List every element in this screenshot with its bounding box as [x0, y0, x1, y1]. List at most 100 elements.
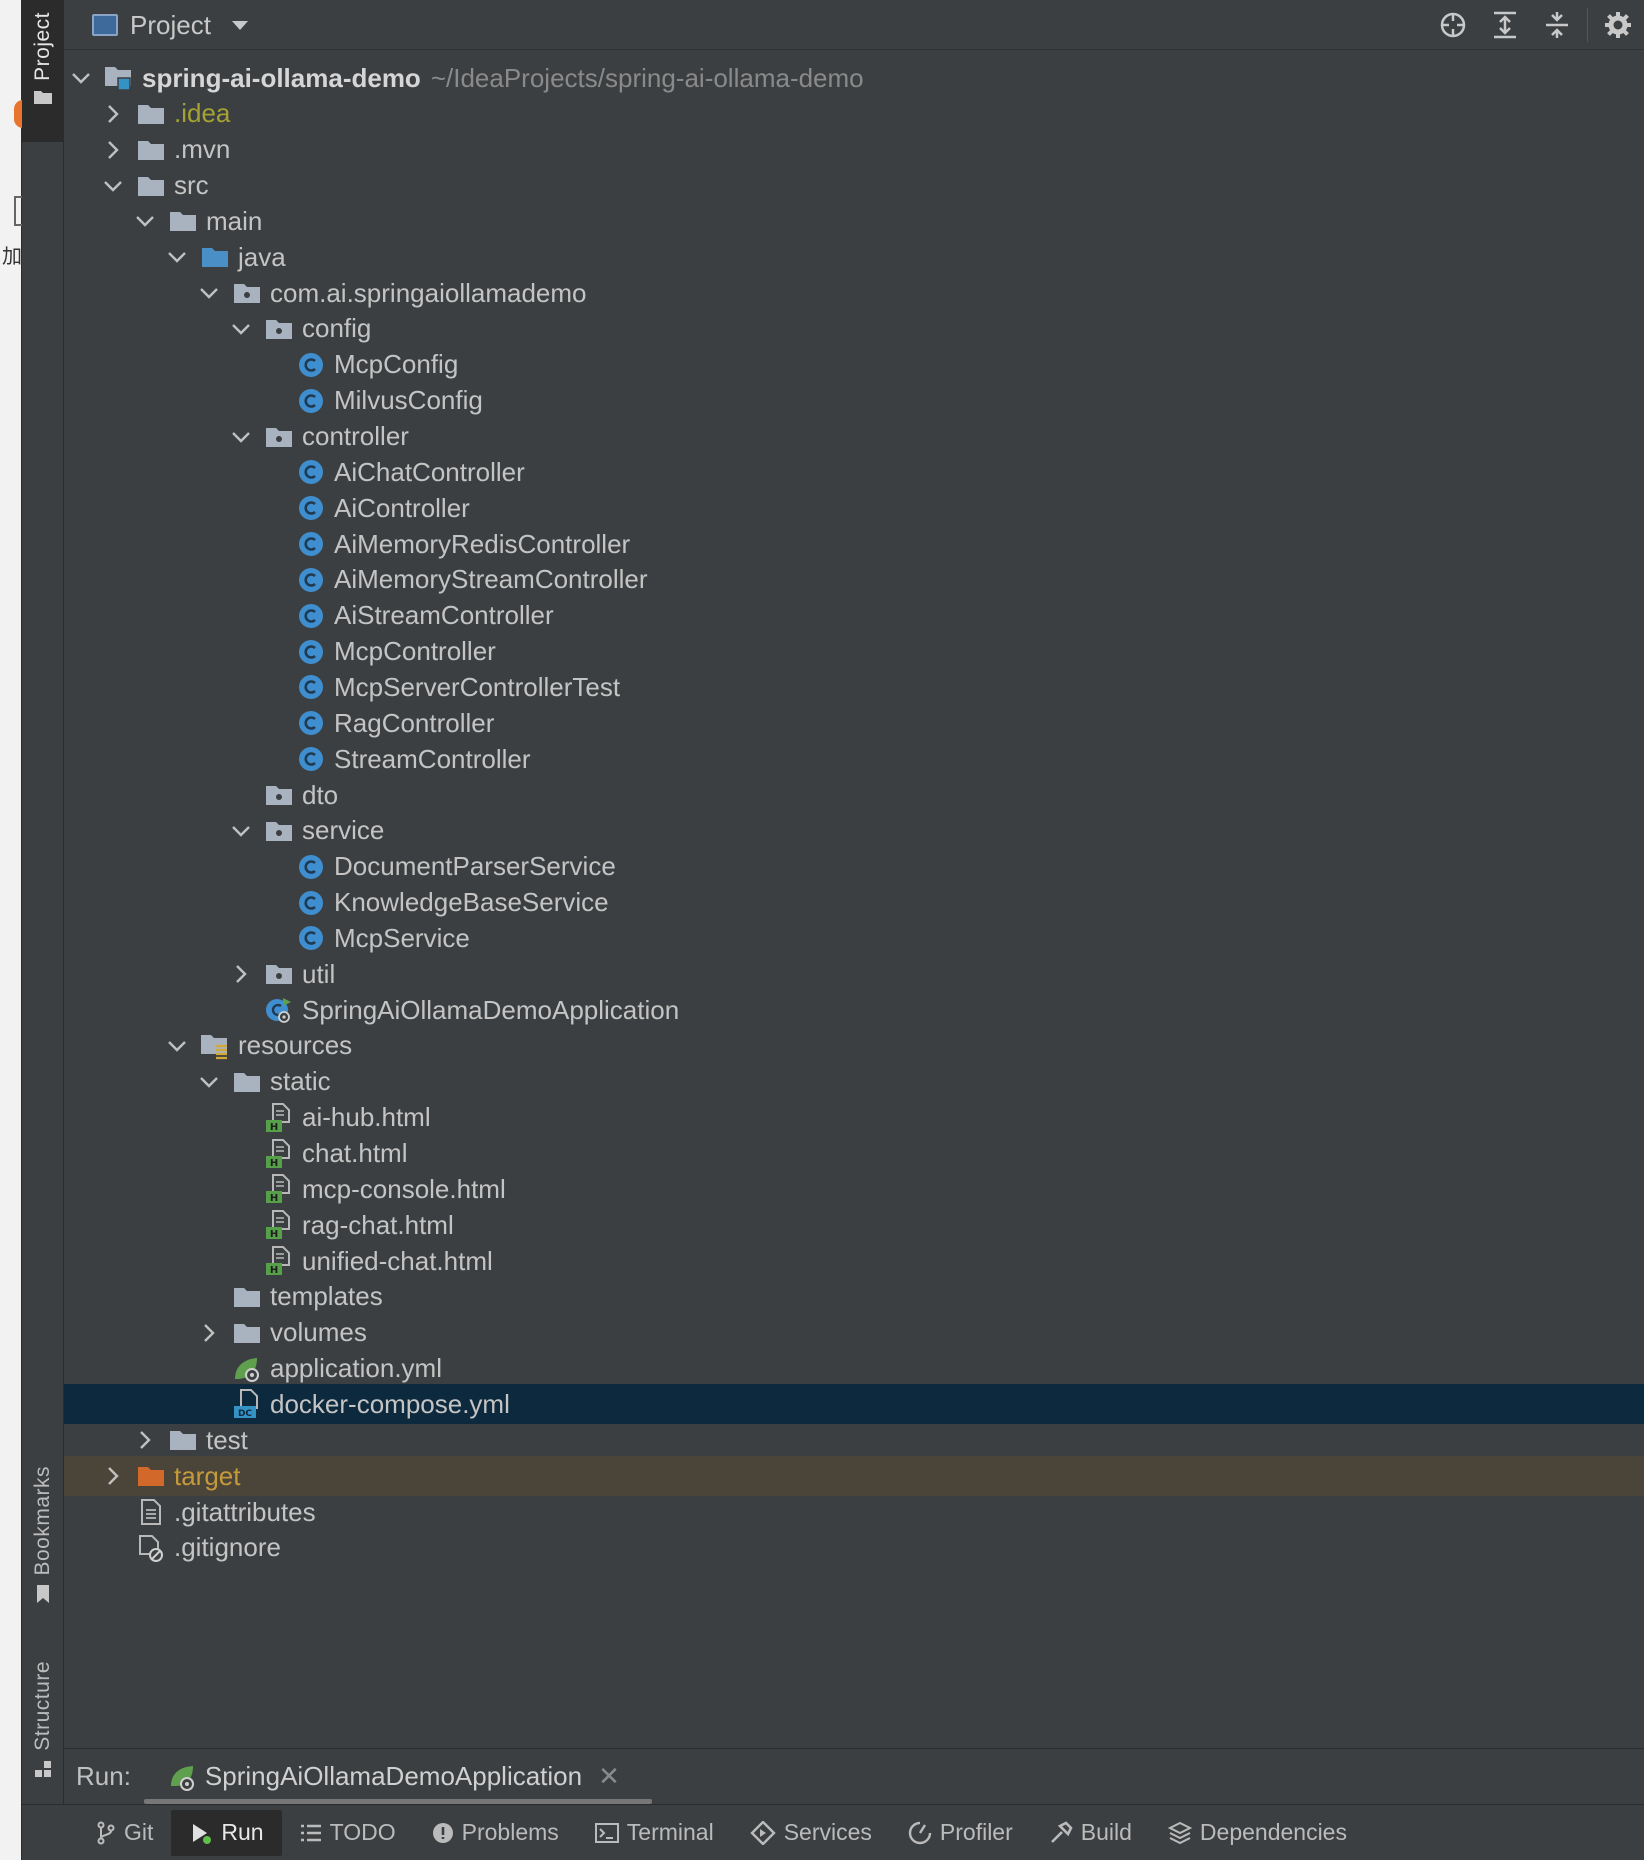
- tree-item-label: java: [238, 241, 286, 272]
- tree-item[interactable]: Hrag-chat.html: [64, 1205, 1644, 1245]
- chevron-right-icon[interactable]: [196, 1320, 222, 1346]
- chevron-down-icon[interactable]: [228, 818, 254, 844]
- tree-item[interactable]: McpService: [64, 918, 1644, 958]
- project-tree[interactable]: spring-ai-ollama-demo ~/IdeaProjects/spri…: [64, 52, 1644, 1747]
- tree-item-label: DocumentParserService: [334, 851, 616, 882]
- tree-item[interactable]: static: [64, 1062, 1644, 1102]
- tree-item[interactable]: .idea: [64, 94, 1644, 134]
- tool-tab-label: Terminal: [626, 1819, 714, 1845]
- chevron-right-icon[interactable]: [132, 1427, 158, 1453]
- tool-tab-profiler[interactable]: Profiler: [890, 1810, 1031, 1856]
- tree-item[interactable]: controller: [64, 417, 1644, 457]
- tree-item[interactable]: AiChatController: [64, 452, 1644, 492]
- tree-item-label: rag-chat.html: [302, 1209, 454, 1240]
- tree-item[interactable]: Hmcp-console.html: [64, 1169, 1644, 1209]
- tool-tab-todo[interactable]: TODO: [282, 1810, 414, 1856]
- tree-item[interactable]: DocumentParserService: [64, 847, 1644, 887]
- tree-item[interactable]: KnowledgeBaseService: [64, 883, 1644, 923]
- chevron-right-icon[interactable]: [228, 961, 254, 987]
- run-config-tab[interactable]: SpringAiOllamaDemoApplication ✕: [167, 1761, 620, 1792]
- header-separator: [1587, 8, 1588, 42]
- chevron-down-icon[interactable]: [228, 316, 254, 342]
- chevron-down-icon[interactable]: [228, 424, 254, 450]
- stripe-tab-bookmarks[interactable]: Bookmarks: [22, 1455, 64, 1615]
- crosshair-icon: [1440, 12, 1466, 38]
- tree-item[interactable]: service: [64, 811, 1644, 851]
- tree-item[interactable]: AiMemoryRedisController: [64, 524, 1644, 564]
- chevron-down-icon[interactable]: [132, 208, 158, 234]
- left-tool-stripe: Project Bookmarks Structure: [22, 0, 64, 1860]
- tool-tab-git[interactable]: Git: [78, 1810, 171, 1856]
- chevron-down-icon[interactable]: [196, 1069, 222, 1095]
- tree-item[interactable]: Hchat.html: [64, 1134, 1644, 1174]
- tree-item[interactable]: Hai-hub.html: [64, 1098, 1644, 1138]
- tree-item[interactable]: .gitattributes: [64, 1492, 1644, 1532]
- tool-tab-problems[interactable]: Problems: [414, 1810, 577, 1856]
- tree-item[interactable]: McpServerControllerTest: [64, 667, 1644, 707]
- tree-item-label: chat.html: [302, 1138, 408, 1168]
- close-icon[interactable]: ✕: [598, 1761, 620, 1792]
- chevron-right-icon[interactable]: [100, 101, 126, 127]
- tool-tab-label: Profiler: [939, 1819, 1013, 1845]
- tree-item[interactable]: Hunified-chat.html: [64, 1241, 1644, 1281]
- tree-item[interactable]: .mvn: [64, 130, 1644, 170]
- chevron-down-icon[interactable]: [164, 1033, 190, 1059]
- tree-item[interactable]: templates: [64, 1277, 1644, 1317]
- tree-item[interactable]: McpConfig: [64, 345, 1644, 385]
- select-opened-file-button[interactable]: [1427, 0, 1479, 50]
- tree-item[interactable]: util: [64, 954, 1644, 994]
- chevron-right-icon[interactable]: [100, 1463, 126, 1489]
- chevron-down-icon[interactable]: [68, 65, 94, 91]
- tool-tab-build[interactable]: Build: [1031, 1810, 1150, 1856]
- tree-item[interactable]: java: [64, 237, 1644, 277]
- options-button[interactable]: [1592, 0, 1644, 50]
- tree-item[interactable]: resources: [64, 1026, 1644, 1066]
- html-file-icon: H: [264, 1246, 294, 1276]
- tool-tab-terminal[interactable]: Terminal: [577, 1810, 732, 1856]
- chevron-down-icon[interactable]: [196, 280, 222, 306]
- stripe-tab-project[interactable]: Project: [22, 0, 64, 142]
- tool-tab-dependencies[interactable]: Dependencies: [1150, 1810, 1365, 1856]
- project-view-selector[interactable]: Project: [92, 0, 249, 50]
- tree-item-label: templates: [270, 1281, 383, 1312]
- chevron-down-icon[interactable]: [164, 244, 190, 270]
- expand-all-button[interactable]: [1479, 0, 1531, 50]
- sliver-text: 加: [2, 244, 22, 268]
- tree-item[interactable]: .gitignore: [64, 1528, 1644, 1568]
- stripe-tab-structure[interactable]: Structure: [22, 1650, 64, 1790]
- tree-item[interactable]: AiMemoryStreamController: [64, 560, 1644, 600]
- chevron-right-icon[interactable]: [100, 137, 126, 163]
- tree-item[interactable]: config: [64, 309, 1644, 349]
- tree-item[interactable]: volumes: [64, 1313, 1644, 1353]
- tree-item[interactable]: SpringAiOllamaDemoApplication: [64, 990, 1644, 1030]
- tree-item[interactable]: DC docker-compose.yml: [64, 1384, 1644, 1425]
- html-file-icon: H: [264, 1174, 294, 1204]
- tree-item[interactable]: target: [64, 1456, 1644, 1497]
- chevron-down-icon[interactable]: [100, 173, 126, 199]
- spring-boot-icon: [170, 1765, 194, 1791]
- tree-item[interactable]: StreamController: [64, 739, 1644, 779]
- tree-item-label: resources: [238, 1030, 353, 1061]
- tree-item[interactable]: RagController: [64, 703, 1644, 743]
- tree-item-label: unified-chat.html: [302, 1245, 493, 1276]
- tree-item[interactable]: test: [64, 1420, 1644, 1460]
- tree-item[interactable]: dto: [64, 775, 1644, 815]
- tree-item[interactable]: application.yml: [64, 1349, 1644, 1389]
- folder-icon: [136, 135, 166, 165]
- spring-boot-class-icon: [264, 995, 294, 1025]
- tree-item[interactable]: src: [64, 166, 1644, 206]
- tool-tab-run[interactable]: Run: [171, 1809, 282, 1856]
- tool-tab-services[interactable]: Services: [732, 1810, 890, 1856]
- tree-item[interactable]: AiController: [64, 488, 1644, 528]
- resources-folder-icon: [200, 1031, 230, 1061]
- class-icon: [296, 744, 326, 774]
- tree-item[interactable]: com.ai.springaiollamademo: [64, 273, 1644, 313]
- tree-item[interactable]: MilvusConfig: [64, 381, 1644, 421]
- tree-item-label: static: [270, 1066, 331, 1097]
- tree-item[interactable]: spring-ai-ollama-demo ~/IdeaProjects/spri…: [64, 58, 1644, 98]
- tree-item[interactable]: AiStreamController: [64, 596, 1644, 636]
- collapse-all-button[interactable]: [1531, 0, 1583, 50]
- tree-item[interactable]: main: [64, 201, 1644, 241]
- class-icon: [296, 923, 326, 953]
- tree-item[interactable]: McpController: [64, 632, 1644, 672]
